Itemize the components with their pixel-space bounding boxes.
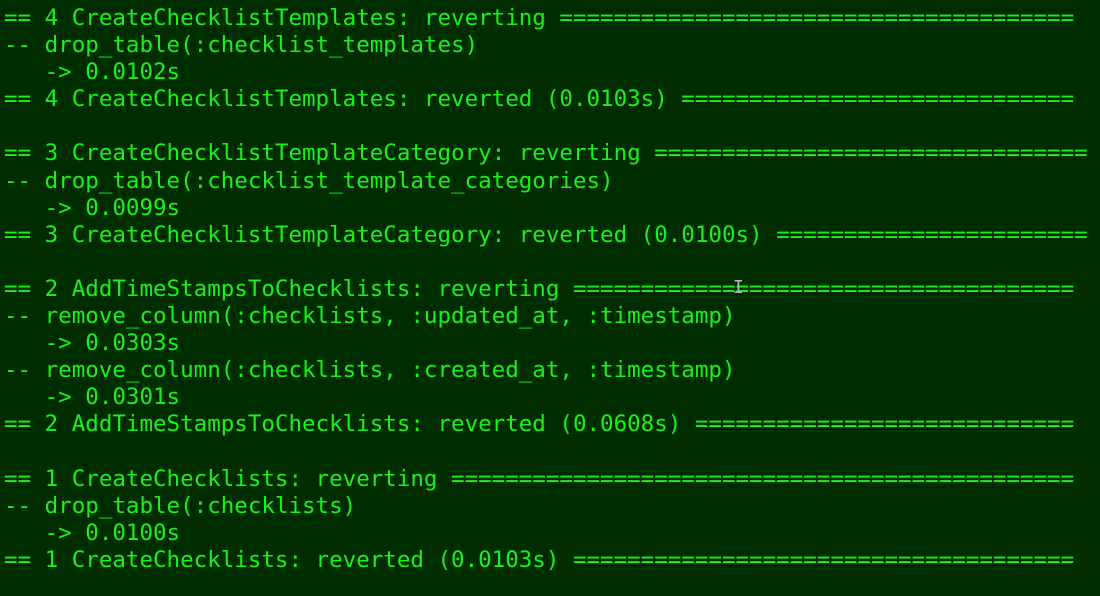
terminal-line: -> 0.0102s: [4, 59, 181, 86]
terminal-line: -- remove_column(:checklists, :updated_a…: [4, 303, 736, 330]
terminal-output[interactable]: == 4 CreateChecklistTemplates: reverting…: [0, 0, 1100, 596]
terminal-line: -> 0.0099s: [4, 194, 181, 221]
terminal-line: == 2 AddTimeStampsToChecklists: reverted…: [4, 411, 1075, 438]
terminal-line: == 3 CreateChecklistTemplateCategory: re…: [4, 140, 1088, 167]
terminal-line: -- remove_column(:checklists, :created_a…: [4, 357, 736, 384]
terminal-line: == 3 CreateChecklistTemplateCategory: re…: [4, 221, 1088, 248]
terminal-line: -> 0.0301s: [4, 384, 181, 411]
terminal-line: -- drop_table(:checklist_template_catego…: [4, 167, 614, 194]
terminal-line: -> 0.0303s: [4, 330, 181, 357]
text-cursor-icon: I: [733, 277, 744, 298]
terminal-line: -- drop_table(:checklists): [4, 492, 357, 519]
terminal-line: == 1 CreateChecklists: reverted (0.0103s…: [4, 546, 1075, 573]
terminal-line: == 4 CreateChecklistTemplates: reverting…: [4, 5, 1075, 31]
terminal-line: == 1 CreateChecklists: reverting =======…: [4, 465, 1075, 492]
terminal-line: -> 0.0100s: [4, 519, 181, 546]
terminal-line: -- drop_table(:checklist_templates): [4, 32, 479, 59]
terminal-line: == 2 AddTimeStampsToChecklists: revertin…: [4, 275, 1075, 302]
terminal-line: == 4 CreateChecklistTemplates: reverted …: [4, 86, 1075, 113]
